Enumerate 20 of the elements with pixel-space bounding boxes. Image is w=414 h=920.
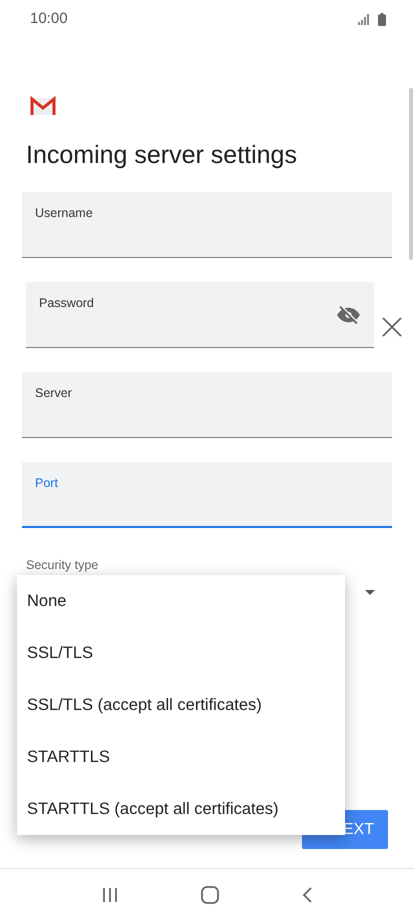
close-icon[interactable] bbox=[382, 317, 402, 337]
text-field[interactable]: Username bbox=[22, 192, 392, 258]
recent-apps-icon[interactable] bbox=[102, 886, 118, 902]
signal-icon bbox=[358, 14, 370, 24]
page-title: Incoming server settings bbox=[26, 140, 298, 170]
text-field[interactable]: Server bbox=[22, 372, 392, 438]
field-label: Security type bbox=[26, 557, 100, 574]
status-time: 10:00 bbox=[30, 8, 68, 29]
text-field[interactable]: Port bbox=[22, 462, 392, 528]
battery-icon bbox=[378, 12, 386, 26]
menu-item[interactable]: STARTTLS bbox=[17, 731, 345, 783]
dropdown-arrow-icon[interactable] bbox=[365, 590, 375, 595]
visibility-off-icon[interactable] bbox=[336, 304, 361, 326]
menu-item[interactable]: None bbox=[17, 575, 345, 627]
menu-item[interactable]: SSL/TLS bbox=[17, 627, 345, 679]
menu-item[interactable]: SSL/TLS (accept all certificates) bbox=[17, 679, 345, 731]
home-icon[interactable] bbox=[200, 886, 219, 904]
back-icon[interactable] bbox=[302, 886, 312, 902]
mail-logo-icon bbox=[30, 96, 56, 116]
password-field[interactable]: Password bbox=[26, 282, 374, 348]
